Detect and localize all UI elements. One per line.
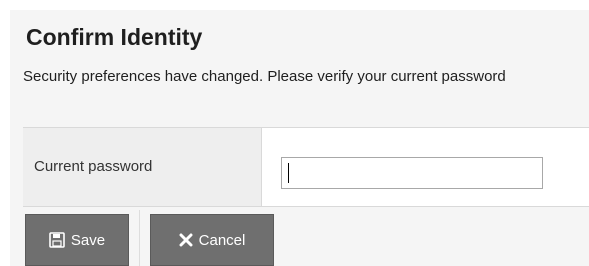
save-button[interactable]: Save	[25, 214, 129, 266]
text-caret	[288, 163, 289, 183]
confirm-identity-panel: Confirm Identity Security preferences ha…	[10, 10, 589, 266]
password-form-row: Current password	[23, 127, 589, 207]
close-x-icon	[179, 233, 193, 247]
cancel-button[interactable]: Cancel	[150, 214, 274, 266]
page-title: Confirm Identity	[26, 24, 203, 50]
button-divider	[139, 210, 140, 266]
current-password-input[interactable]	[281, 157, 543, 189]
save-button-label: Save	[70, 231, 106, 249]
floppy-disk-icon	[49, 232, 65, 248]
button-bar: Save Cancel	[23, 210, 589, 266]
security-message: Security preferences have changed. Pleas…	[23, 68, 506, 85]
cancel-button-label: Cancel	[198, 231, 246, 249]
password-label-cell: Current password	[23, 128, 262, 206]
password-label: Current password	[34, 158, 153, 175]
